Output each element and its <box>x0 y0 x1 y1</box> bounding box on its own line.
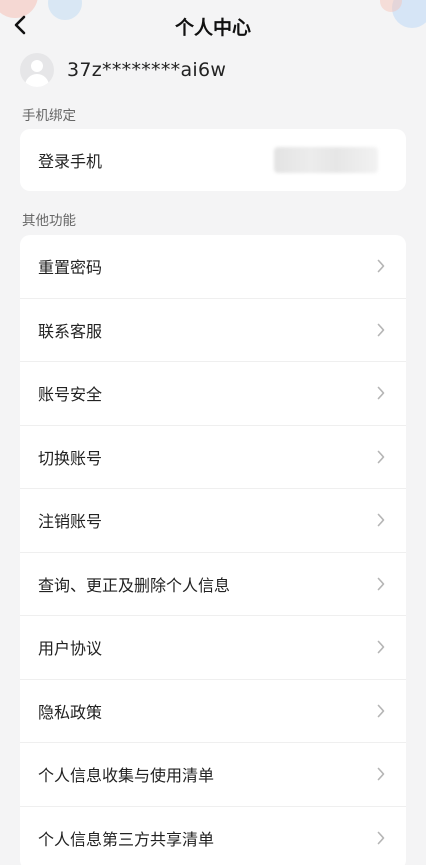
menu-item-account-security[interactable]: 账号安全 <box>20 362 406 426</box>
chevron-right-icon <box>374 450 388 464</box>
menu-item-reset-password[interactable]: 重置密码 <box>20 235 406 299</box>
avatar <box>20 53 54 87</box>
menu-item-label: 个人信息第三方共享清单 <box>38 830 215 850</box>
functions-card: 重置密码 联系客服 账号安全 切换账号 注销账号 查询、更正及删除个人信息 用户… <box>20 235 406 865</box>
chevron-right-icon <box>374 831 388 845</box>
page-title: 个人中心 <box>174 17 251 39</box>
login-phone-row[interactable]: 登录手机 <box>20 129 406 191</box>
menu-item-manage-personal-info[interactable]: 查询、更正及删除个人信息 <box>20 553 406 616</box>
chevron-right-icon <box>374 640 388 654</box>
profile-page: 个人中心 37z********ai6w 手机绑定 登录手机 其他功能 重置密码… <box>0 0 426 865</box>
section-label-phone: 手机绑定 <box>22 108 76 124</box>
menu-item-switch-account[interactable]: 切换账号 <box>20 426 406 489</box>
menu-item-label: 联系客服 <box>38 321 103 341</box>
phone-card: 登录手机 <box>20 129 406 191</box>
chevron-right-icon <box>374 704 388 718</box>
login-phone-label: 登录手机 <box>38 152 103 171</box>
user-info: 37z********ai6w <box>20 50 226 90</box>
menu-item-label: 隐私政策 <box>38 702 103 722</box>
menu-item-label: 账号安全 <box>38 385 103 405</box>
menu-item-info-collection-list[interactable]: 个人信息收集与使用清单 <box>20 743 406 807</box>
menu-item-user-agreement[interactable]: 用户协议 <box>20 616 406 680</box>
menu-item-delete-account[interactable]: 注销账号 <box>20 489 406 553</box>
chevron-right-icon <box>374 767 388 781</box>
menu-item-label: 个人信息收集与使用清单 <box>38 766 215 786</box>
chevron-right-icon <box>374 577 388 591</box>
menu-item-privacy-policy[interactable]: 隐私政策 <box>20 680 406 743</box>
top-bar: 个人中心 <box>0 0 426 52</box>
chevron-right-icon <box>374 386 388 400</box>
chevron-right-icon <box>374 323 388 337</box>
menu-item-label: 查询、更正及删除个人信息 <box>38 575 231 595</box>
menu-item-label: 切换账号 <box>38 448 103 468</box>
chevron-right-icon <box>374 259 388 273</box>
username: 37z********ai6w <box>67 59 227 81</box>
menu-item-customer-service[interactable]: 联系客服 <box>20 299 406 362</box>
menu-item-label: 重置密码 <box>38 258 103 278</box>
menu-item-label: 用户协议 <box>38 639 103 659</box>
chevron-right-icon <box>374 513 388 527</box>
section-label-other: 其他功能 <box>22 213 76 229</box>
menu-item-third-party-sharing-list[interactable]: 个人信息第三方共享清单 <box>20 807 406 865</box>
phone-number-masked <box>274 147 378 173</box>
avatar-placeholder-icon <box>31 60 43 72</box>
menu-item-label: 注销账号 <box>38 512 103 532</box>
